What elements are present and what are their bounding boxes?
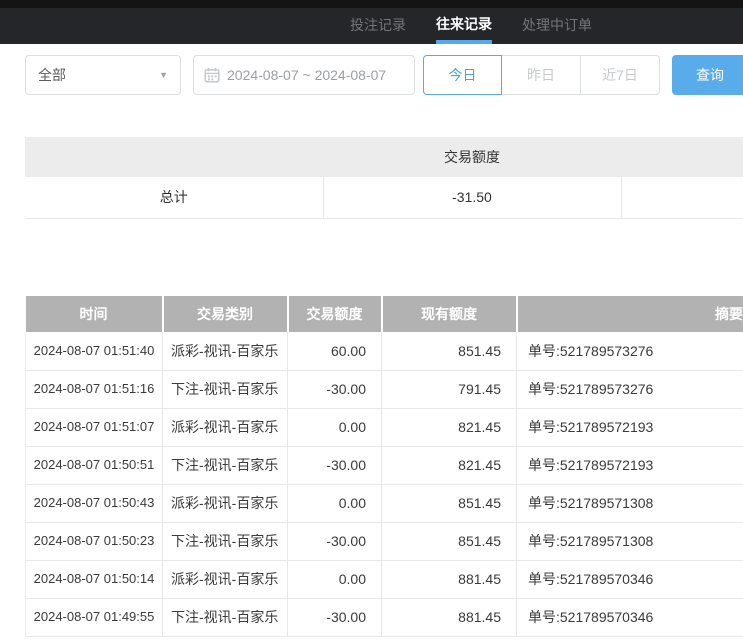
window-top-strip bbox=[0, 0, 743, 8]
tab-pending-orders[interactable]: 处理中订单 bbox=[522, 8, 592, 44]
last7days-button[interactable]: 近7日 bbox=[581, 55, 660, 95]
summary-total-label: 总计 bbox=[25, 177, 323, 218]
table-cell: 派彩-视讯-百家乐 bbox=[163, 408, 288, 446]
table-cell: 0.00 bbox=[288, 560, 382, 598]
top-navbar: 投注记录 往来记录 处理中订单 bbox=[0, 8, 743, 44]
summary-total-extra bbox=[621, 177, 743, 218]
summary-table: 交易额度 总计 -31.50 bbox=[25, 137, 743, 219]
today-button[interactable]: 今日 bbox=[423, 55, 502, 95]
table-cell: 单号:521789571308 bbox=[517, 484, 743, 522]
table-cell: 60.00 bbox=[288, 332, 382, 370]
page: 投注记录 往来记录 处理中订单 全部 ▼ 2024-08-07 ~ 2024-0… bbox=[0, 0, 743, 641]
table-cell: 派彩-视讯-百家乐 bbox=[163, 484, 288, 522]
table-cell: 821.45 bbox=[382, 408, 517, 446]
records-column-header: 时间 bbox=[26, 296, 163, 332]
table-cell: 2024-08-07 01:51:07 bbox=[26, 408, 163, 446]
table-cell: 下注-视讯-百家乐 bbox=[163, 598, 288, 636]
yesterday-button[interactable]: 昨日 bbox=[502, 55, 581, 95]
filter-bar: 全部 ▼ 2024-08-07 ~ 2024-08-07 今日 昨日 近7日 查… bbox=[0, 55, 743, 95]
search-button[interactable]: 查询 bbox=[672, 55, 743, 95]
table-row: 2024-08-07 01:49:55下注-视讯-百家乐-30.00881.45… bbox=[26, 598, 743, 636]
tab-bar: 投注记录 往来记录 处理中订单 bbox=[350, 8, 592, 44]
summary-header-clipped bbox=[621, 137, 743, 177]
quick-date-button-group: 今日 昨日 近7日 bbox=[423, 55, 660, 95]
table-row: 2024-08-07 01:51:07派彩-视讯-百家乐0.00821.45单号… bbox=[26, 408, 743, 446]
table-row: 2024-08-07 01:50:14派彩-视讯-百家乐0.00881.45单号… bbox=[26, 560, 743, 598]
table-cell: 881.45 bbox=[382, 598, 517, 636]
type-select[interactable]: 全部 ▼ bbox=[25, 55, 181, 95]
records-column-header: 现有额度 bbox=[382, 296, 517, 332]
date-range-input[interactable]: 2024-08-07 ~ 2024-08-07 bbox=[193, 55, 415, 95]
summary-header-amount: 交易额度 bbox=[323, 137, 621, 177]
table-cell: -30.00 bbox=[288, 598, 382, 636]
table-cell: 下注-视讯-百家乐 bbox=[163, 446, 288, 484]
table-cell: 单号:521789571308 bbox=[517, 522, 743, 560]
table-row: 2024-08-07 01:51:16下注-视讯-百家乐-30.00791.45… bbox=[26, 370, 743, 408]
table-cell: 2024-08-07 01:50:23 bbox=[26, 522, 163, 560]
table-cell: 851.45 bbox=[382, 332, 517, 370]
table-cell: 单号:521789572193 bbox=[517, 446, 743, 484]
table-cell: 791.45 bbox=[382, 370, 517, 408]
records-column-header: 交易类别 bbox=[163, 296, 288, 332]
table-cell: 821.45 bbox=[382, 446, 517, 484]
tab-transaction-records[interactable]: 往来记录 bbox=[436, 8, 492, 44]
table-cell: 881.45 bbox=[382, 560, 517, 598]
table-cell: 0.00 bbox=[288, 484, 382, 522]
table-cell: 单号:521789573276 bbox=[517, 370, 743, 408]
table-cell: 单号:521789570346 bbox=[517, 560, 743, 598]
table-cell: -30.00 bbox=[288, 370, 382, 408]
table-row: 2024-08-07 01:51:40派彩-视讯-百家乐60.00851.45单… bbox=[26, 332, 743, 370]
table-cell: 单号:521789572193 bbox=[517, 408, 743, 446]
table-cell: -30.00 bbox=[288, 446, 382, 484]
table-cell: 派彩-视讯-百家乐 bbox=[163, 332, 288, 370]
table-cell: 派彩-视讯-百家乐 bbox=[163, 560, 288, 598]
table-cell: 2024-08-07 01:51:16 bbox=[26, 370, 163, 408]
table-cell: 2024-08-07 01:50:51 bbox=[26, 446, 163, 484]
records-header-row: 时间交易类别交易额度现有额度摘要 bbox=[26, 296, 743, 332]
summary-total-amount: -31.50 bbox=[323, 177, 621, 218]
summary-total-row: 总计 -31.50 bbox=[25, 177, 743, 218]
table-cell: 单号:521789570346 bbox=[517, 598, 743, 636]
table-cell: 0.00 bbox=[288, 408, 382, 446]
tab-bet-records[interactable]: 投注记录 bbox=[350, 8, 406, 44]
records-table: 时间交易类别交易额度现有额度摘要 2024-08-07 01:51:40派彩-视… bbox=[25, 296, 743, 637]
table-cell: 2024-08-07 01:49:55 bbox=[26, 598, 163, 636]
summary-header-row: 交易额度 bbox=[25, 137, 743, 177]
table-cell: 单号:521789573276 bbox=[517, 332, 743, 370]
records-column-header: 交易额度 bbox=[288, 296, 382, 332]
table-row: 2024-08-07 01:50:23下注-视讯-百家乐-30.00851.45… bbox=[26, 522, 743, 560]
table-row: 2024-08-07 01:50:43派彩-视讯-百家乐0.00851.45单号… bbox=[26, 484, 743, 522]
table-row: 2024-08-07 01:50:51下注-视讯-百家乐-30.00821.45… bbox=[26, 446, 743, 484]
date-range-value: 2024-08-07 ~ 2024-08-07 bbox=[227, 67, 386, 83]
table-cell: 851.45 bbox=[382, 484, 517, 522]
table-cell: 2024-08-07 01:50:43 bbox=[26, 484, 163, 522]
calendar-icon bbox=[204, 67, 220, 83]
type-select-value: 全部 bbox=[38, 65, 66, 85]
table-cell: -30.00 bbox=[288, 522, 382, 560]
records-body: 2024-08-07 01:51:40派彩-视讯-百家乐60.00851.45单… bbox=[26, 332, 743, 636]
records-column-header: 摘要 bbox=[517, 296, 743, 332]
table-cell: 851.45 bbox=[382, 522, 517, 560]
chevron-down-icon: ▼ bbox=[159, 70, 168, 80]
table-cell: 下注-视讯-百家乐 bbox=[163, 370, 288, 408]
table-cell: 2024-08-07 01:51:40 bbox=[26, 332, 163, 370]
table-cell: 2024-08-07 01:50:14 bbox=[26, 560, 163, 598]
table-cell: 下注-视讯-百家乐 bbox=[163, 522, 288, 560]
summary-header-empty bbox=[25, 137, 323, 177]
